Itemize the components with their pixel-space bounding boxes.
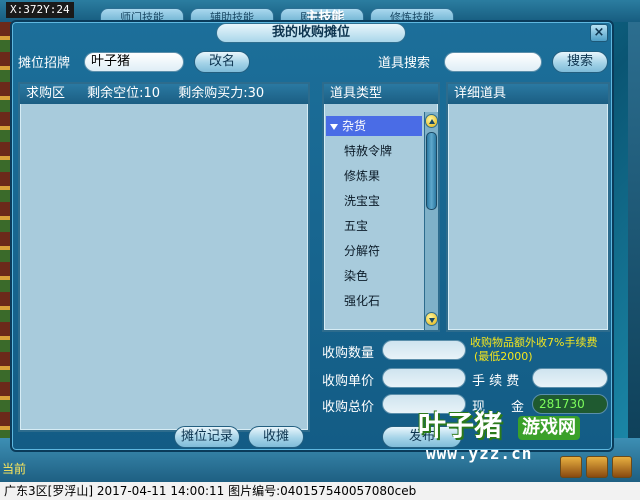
item-type-entry[interactable]: 五宝 [344,216,368,236]
close-button[interactable]: × [590,24,608,42]
scroll-down-icon[interactable] [425,312,438,326]
fee-note-line2: (最低2000) [474,350,533,363]
item-search-label: 道具搜索 [378,56,431,71]
item-type-entry[interactable]: 染色 [344,266,368,286]
quantity-label: 收购数量 [322,346,375,361]
item-type-entry[interactable]: 修炼果 [344,166,380,186]
item-type-entry[interactable]: 分解符 [344,241,380,261]
item-search-input[interactable] [444,52,542,72]
purchase-area-header: 求购区 剩余空位:10 剩余购买力:30 [20,84,308,104]
item-type-selected[interactable]: 杂货 [326,116,422,136]
fee-field [532,368,608,388]
detail-item-header: 详细道具 [448,84,608,104]
item-type-entry[interactable]: 强化石 [344,291,380,311]
remaining-slots: 剩余空位:10 [87,86,161,101]
remaining-purchase-power: 剩余购买力:30 [178,86,265,101]
fee-label: 手 续 费 [472,374,520,389]
detail-item-panel: 详细道具 [446,82,610,332]
item-type-header: 道具类型 [324,84,438,104]
item-type-panel: 道具类型 杂货 特赦令牌 修炼果 洗宝宝 五宝 分解符 染色 强化石 [322,82,440,332]
stall-record-button[interactable]: 摊位记录 [174,426,240,448]
close-stall-button[interactable]: 收摊 [248,426,304,448]
item-type-scrollbar[interactable] [424,112,438,330]
purchase-area-panel: 求购区 剩余空位:10 剩余购买力:30 [18,82,310,432]
fee-note-line1: 收购物品额外收7%手续费 [470,336,598,349]
watermark-url: www.yzz.cn [426,444,533,463]
stall-sign-label: 摊位招牌 [18,56,71,71]
watermark-suffix: 游戏网 [518,416,580,440]
coordinate-readout: X:372Y:24 [6,2,74,18]
stall-sign-field[interactable]: 叶子猪 [84,52,184,72]
scroll-thumb[interactable] [426,132,437,210]
search-button[interactable]: 搜索 [552,51,608,73]
watermark-name: 叶子猪 [418,409,503,442]
hud-current-label: 当前 [2,462,27,476]
scroll-up-icon[interactable] [425,114,438,128]
item-type-entry[interactable]: 洗宝宝 [344,191,380,211]
rename-button[interactable]: 改名 [194,51,250,73]
unit-price-label: 收购单价 [322,374,375,389]
quantity-input[interactable] [382,340,466,360]
window-title: 我的收购摊位 [216,23,406,43]
purchase-area-title: 求购区 [26,86,66,101]
item-type-entry[interactable]: 特赦令牌 [344,141,392,161]
status-bar: 广东3区[罗浮山] 2017-04-11 14:00:11 图片编号:04015… [0,482,640,500]
window-titlebar[interactable]: 我的收购摊位 × [12,22,612,44]
hud-slot-icon[interactable] [612,456,632,478]
unit-price-input[interactable] [382,368,466,388]
purchase-stall-window: 我的收购摊位 × 摊位招牌 叶子猪 改名 道具搜索 搜索 求购区 剩余空位:10… [10,20,614,452]
total-price-label: 收购总价 [322,400,375,415]
right-scene-decoration [628,22,640,462]
site-watermark: 叶子猪 游戏网 www.yzz.cn [418,409,598,463]
